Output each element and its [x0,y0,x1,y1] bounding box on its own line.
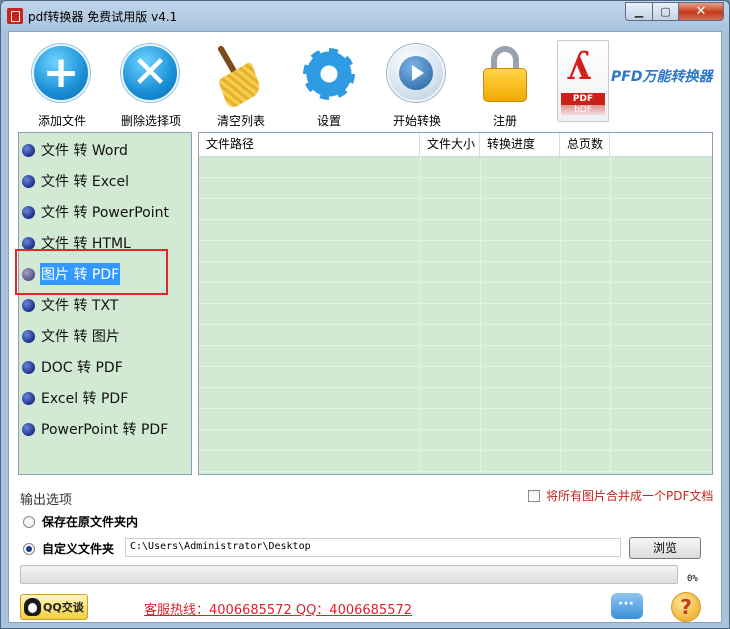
pdf-logo: ʎ PDF bDF PFD万能转换器 [557,40,717,126]
conversion-item[interactable]: 文件 转 Word [22,139,129,161]
plus-icon: + [32,44,90,102]
column-header-pages[interactable]: 总页数 [560,133,610,156]
table-header: 文件路径 文件大小 转换进度 总页数 [199,133,712,157]
window-title: pdf转换器 免费试用版 v4.1 [28,10,178,24]
app-icon [7,8,23,24]
qq-chat-button[interactable]: QQ交谈 [20,594,88,620]
conversion-item[interactable]: PowerPoint 转 PDF [22,418,169,440]
add-file-label: 添加文件 [37,114,86,128]
bullet-icon [22,143,35,157]
bullet-icon [22,391,35,405]
progress-percent: 0% [687,574,698,584]
keep-original-radio[interactable] [23,515,35,528]
app-window: pdf转换器 免费试用版 v4.1 ▁ ▢ ✕ + 添加文件 ✕ 删除选择项 清… [0,0,730,629]
qq-penguin-icon [24,598,41,616]
close-button[interactable]: ✕ [678,2,724,21]
column-header-size[interactable]: 文件大小 [420,133,480,156]
add-file-button[interactable]: + 添加文件 [22,40,102,129]
delete-selected-label: 删除选择项 [120,114,181,128]
window-controls: ▁ ▢ ✕ [625,2,724,21]
settings-button[interactable]: 设置 [289,40,369,129]
bullet-icon [22,298,35,312]
bullet-icon [22,205,35,219]
conversion-item[interactable]: 文件 转 图片 [22,325,121,347]
custom-folder-radio[interactable] [23,542,35,555]
conversion-progress-bar [20,565,678,584]
conversion-item[interactable]: 文件 转 PowerPoint [22,201,170,223]
client-area: + 添加文件 ✕ 删除选择项 清空列表 设置 开始转换 注册 ʎ PDF bDF… [8,31,722,623]
merge-images-option[interactable]: 将所有图片合并成一个PDF文档 [528,487,713,504]
conversion-item[interactable]: DOC 转 PDF [22,356,124,378]
column-header-path[interactable]: 文件路径 [199,133,420,156]
bullet-icon [22,236,35,250]
lock-icon [475,44,535,104]
clear-list-label: 清空列表 [216,114,265,128]
support-hotline-link[interactable]: 客服热线：4006685572 QQ：4006685572 [144,599,412,618]
conversion-type-list: 文件 转 Word 文件 转 Excel 文件 转 PowerPoint 文件 … [18,132,192,475]
help-icon[interactable]: ? [671,592,701,622]
start-convert-label: 开始转换 [392,114,441,128]
bullet-icon [22,422,35,436]
register-button[interactable]: 注册 [465,40,545,129]
conversion-item[interactable]: 文件 转 Excel [22,170,130,192]
browse-button[interactable]: 浏览 [629,537,701,559]
table-body[interactable] [199,157,712,474]
output-options-title: 输出选项 [20,493,73,508]
column-header-progress[interactable]: 转换进度 [480,133,560,156]
merge-checkbox[interactable] [528,489,540,502]
clear-list-button[interactable]: 清空列表 [201,40,281,129]
broom-icon [211,44,271,111]
merge-label: 将所有图片合并成一个PDF文档 [546,489,714,503]
keep-original-label: 保存在原文件夹内 [42,515,139,529]
conversion-item[interactable]: Excel 转 PDF [22,387,129,409]
start-convert-button[interactable]: 开始转换 [377,40,457,129]
delete-selected-button[interactable]: ✕ 删除选择项 [111,40,191,129]
x-icon: ✕ [121,44,179,102]
pdf-document-icon: ʎ PDF bDF [557,40,609,122]
custom-folder-option[interactable]: 自定义文件夹 [23,540,114,557]
maximize-button[interactable]: ▢ [652,2,678,21]
bullet-icon [22,329,35,343]
brand-name: PFD万能转换器 [611,69,713,85]
play-icon [387,44,445,102]
selection-highlight-box [15,249,168,295]
keep-original-folder-option[interactable]: 保存在原文件夹内 [23,513,138,530]
toolbar: + 添加文件 ✕ 删除选择项 清空列表 设置 开始转换 注册 ʎ PDF bDF… [9,32,721,128]
register-label: 注册 [492,114,517,128]
custom-folder-label: 自定义文件夹 [42,542,115,556]
file-table[interactable]: 文件路径 文件大小 转换进度 总页数 [198,132,713,475]
output-path-field[interactable]: C:\Users\Administrator\Desktop [125,538,621,557]
bullet-icon [22,174,35,188]
minimize-button[interactable]: ▁ [625,2,652,21]
chat-bubble-icon[interactable] [611,593,643,619]
title-bar[interactable]: pdf转换器 免费试用版 v4.1 ▁ ▢ ✕ [1,1,729,31]
conversion-item[interactable]: 文件 转 TXT [22,294,119,316]
settings-label: 设置 [316,114,341,128]
gear-icon [303,48,355,100]
qq-chat-label: QQ交谈 [43,601,84,614]
bullet-icon [22,360,35,374]
